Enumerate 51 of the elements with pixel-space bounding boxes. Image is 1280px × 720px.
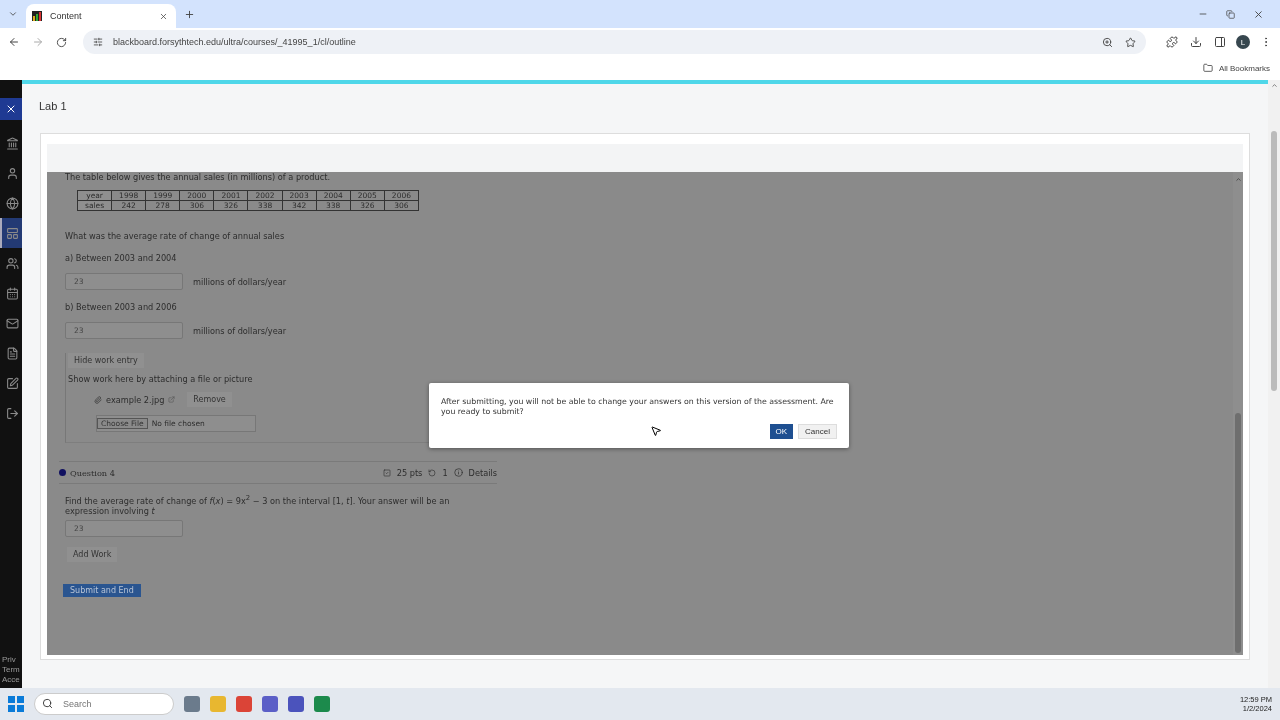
cancel-button[interactable]: Cancel	[798, 424, 837, 439]
close-icon	[5, 103, 17, 115]
extensions-icon[interactable]	[1164, 34, 1180, 50]
question-text: Find the average rate of change of f(x) = 9x$^{2}$ − 3 on the interval [1, t]. Your answer will be an expression involving t	[65, 494, 451, 516]
url-text: blackboard.forsythtech.edu/ultra/courses/_41995_1/cl/outline	[113, 37, 357, 47]
start-icon[interactable]	[8, 696, 24, 712]
paperclip-icon	[92, 393, 104, 406]
footer-link[interactable]: Acce	[2, 675, 20, 684]
attempts-icon	[426, 466, 439, 479]
folder-icon	[1200, 61, 1215, 75]
side-panel-icon[interactable]	[1212, 34, 1228, 50]
external-link-icon	[166, 394, 178, 405]
attempts-count: 1	[442, 467, 448, 478]
profile-avatar[interactable]: L	[1236, 35, 1250, 49]
page-title: Lab 1	[39, 99, 67, 112]
submit-button[interactable]: Submit and End	[63, 583, 141, 597]
cursor-icon	[650, 425, 662, 437]
part-label: b) Between 2003 and 2006	[65, 302, 178, 312]
question-title: Question 4	[70, 467, 115, 478]
scrollbar-thumb[interactable]	[1235, 413, 1241, 653]
site-settings-icon[interactable]	[91, 35, 105, 49]
footer-link[interactable]: Priv	[2, 655, 20, 664]
bookmark-star-icon[interactable]	[1123, 34, 1138, 50]
address-bar[interactable]: blackboard.forsythtech.edu/ultra/courses/_41995_1/cl/outline	[83, 30, 1146, 54]
unit-label: millions of dollars/year	[193, 325, 287, 336]
question-text: The table below gives the annual sales (in millions) of a product.	[65, 172, 331, 182]
scrollbar-thumb[interactable]	[1271, 131, 1277, 391]
points-label: 25 pts	[396, 467, 423, 478]
bar-chart-icon	[32, 11, 42, 21]
info-icon	[451, 466, 465, 479]
ok-button[interactable]: OK	[769, 424, 794, 439]
restore-icon[interactable]	[1224, 7, 1237, 21]
download-icon[interactable]	[1188, 34, 1204, 50]
sidebar-nav-icon[interactable]	[0, 218, 22, 248]
remove-button[interactable]: Remove	[187, 392, 232, 407]
attachment-link[interactable]: example 2.jpg	[106, 394, 165, 405]
add-work-button[interactable]: Add Work	[67, 546, 118, 562]
close-button[interactable]	[0, 98, 22, 120]
tab-title: Content	[50, 11, 83, 21]
part-label: a) Between 2003 and 2004	[65, 253, 178, 263]
checkbox-icon	[380, 466, 393, 479]
details-link[interactable]: Details	[468, 467, 497, 478]
question-text: What was the average rate of change of annual sales	[65, 231, 286, 241]
hide-work-button[interactable]: Hide work entry	[68, 353, 144, 368]
browser-tab[interactable]: Content	[26, 4, 176, 28]
footer-link[interactable]: Term	[2, 665, 20, 674]
unit-label: millions of dollars/year	[193, 276, 287, 287]
work-hint: Show work here by attaching a file or picture	[68, 374, 254, 384]
taskbar-search-field[interactable]: Search	[34, 693, 174, 715]
bookmarks-link[interactable]: All Bookmarks	[1218, 63, 1270, 73]
status-dot	[59, 469, 66, 476]
